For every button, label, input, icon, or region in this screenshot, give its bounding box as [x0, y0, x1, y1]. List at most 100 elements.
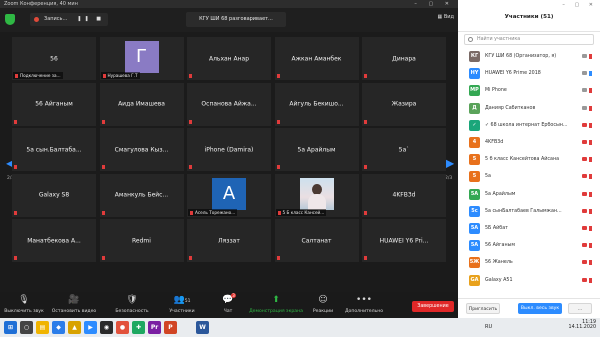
app-icon[interactable]: ◆: [52, 321, 65, 334]
video-on-icon: [582, 88, 587, 93]
participant-row[interactable]: GA Galaxy A51: [458, 272, 600, 289]
mic-off-icon: [589, 208, 592, 214]
search-task-icon[interactable]: ○: [20, 321, 33, 334]
video-tile[interactable]: Аманкуль Бейс...: [99, 173, 184, 217]
microphone-icon: 🎙: [18, 295, 30, 305]
record-label: Запись...: [44, 16, 68, 22]
participant-row[interactable]: 5с 5а сынБалтабаев Галымжан...: [458, 203, 600, 220]
participant-row[interactable]: 5 5 б класс Кансейтова Айсана: [458, 151, 600, 168]
participant-row[interactable]: 5A 5а Арайлым: [458, 186, 600, 203]
recording-indicator[interactable]: Запись... ❚❚ ■: [30, 13, 108, 26]
participant-row[interactable]: MP Mi Phone: [458, 82, 600, 99]
muted-mic-icon: [364, 210, 367, 215]
muted-mic-icon: [276, 119, 280, 124]
video-tile[interactable]: Смагулова Кыз...: [99, 128, 184, 171]
participant-row-name: 56 Жанель: [485, 260, 513, 266]
view-button[interactable]: ▦ Вид: [438, 14, 454, 20]
invite-button[interactable]: Пригласить: [466, 303, 500, 314]
more-button[interactable]: ••• Дополнительно: [342, 295, 386, 314]
explorer-icon[interactable]: ▤: [36, 321, 49, 334]
participant-row[interactable]: КГ КГУ ШИ 68 (Организатор, я): [458, 48, 600, 65]
video-tile[interactable]: 5а Арайлым: [274, 128, 359, 171]
mic-off-icon: [589, 174, 592, 180]
participant-row[interactable]: ✓ ✓ 68 школа интернат Ербосын...: [458, 117, 600, 134]
system-clock[interactable]: 11:19 14.11.2020: [569, 320, 596, 330]
more-label: Дополнительно: [344, 309, 384, 314]
video-tile[interactable]: 56 Айганым: [12, 82, 96, 126]
share-label: Демонстрация экрана: [249, 309, 303, 314]
reactions-button[interactable]: ☺ Реакции: [306, 295, 340, 314]
participant-row[interactable]: 5A 56 Айганым: [458, 237, 600, 254]
window-controls[interactable]: – ▢ ✕: [414, 0, 454, 8]
shield-icon: 🛡: [126, 295, 138, 305]
premiere-icon[interactable]: Pr: [148, 321, 161, 334]
video-tile[interactable]: Ляззат: [187, 219, 271, 262]
window-titlebar: Zoom Конференция, 40 мин – ▢ ✕: [0, 0, 458, 8]
record-pause-stop-icon[interactable]: ❚❚ ■: [77, 13, 104, 26]
video-tile[interactable]: Манатбекова А...: [12, 219, 96, 262]
participant-name: 5а Арайлым: [297, 146, 336, 153]
word-icon[interactable]: W: [196, 321, 209, 334]
video-tile[interactable]: 56 Подключение за...: [12, 37, 96, 80]
panel-window-controls[interactable]: – ▢ ✕: [562, 2, 597, 8]
chrome-icon[interactable]: ●: [116, 321, 129, 334]
chat-label: Чат: [223, 309, 233, 314]
security-shield-icon[interactable]: [5, 14, 15, 25]
panel-more-button[interactable]: ...: [568, 303, 592, 314]
participant-row[interactable]: 5A 5Б Айбат: [458, 220, 600, 237]
video-tile[interactable]: 5 Б класс Кансей...: [274, 173, 359, 217]
app-icon-2[interactable]: ▲: [68, 321, 81, 334]
participant-search-input[interactable]: Найти участника: [464, 34, 594, 45]
video-tile[interactable]: Galaxy S8: [12, 173, 96, 217]
language-indicator[interactable]: RU: [485, 324, 492, 330]
video-tile[interactable]: Redmi: [99, 219, 184, 262]
start-icon[interactable]: ⊞: [4, 321, 17, 334]
muted-mic-icon: [190, 210, 193, 215]
video-tile[interactable]: Жазира: [362, 82, 446, 126]
participant-name: Оспанова Айжа...: [201, 100, 257, 108]
participant-row[interactable]: 4 4KFB3d: [458, 134, 600, 151]
video-tile[interactable]: 4KFB3d: [362, 173, 446, 217]
view-label: Вид: [443, 14, 454, 20]
video-tile[interactable]: Аида Имашева: [99, 82, 184, 126]
muted-mic-icon: [14, 210, 17, 215]
meeting-toolbar: 🎙 Выключить звук 🎥 Остановить видео 🛡 Бе…: [0, 292, 458, 318]
record-dot-icon: [34, 17, 39, 22]
video-tile[interactable]: Салтанат: [274, 219, 359, 262]
video-tile[interactable]: 5а сын.Балтаба...: [12, 128, 96, 171]
zoom-icon[interactable]: ▶: [84, 321, 97, 334]
video-tile[interactable]: Динара: [362, 37, 446, 80]
participant-name: Ажкан Аманбек: [291, 55, 342, 62]
participant-row[interactable]: 5Ж 56 Жанель: [458, 254, 600, 271]
participant-avatar: MP: [469, 85, 480, 97]
participant-row[interactable]: HY HUAWEI Y6 Prime 2018: [458, 65, 600, 82]
participant-row[interactable]: 5 5а: [458, 168, 600, 185]
video-tile[interactable]: iPhone (Damira): [187, 128, 271, 171]
video-tile[interactable]: Оспанова Айжа...: [187, 82, 271, 126]
video-tile[interactable]: 5а`: [362, 128, 446, 171]
muted-mic-icon: [364, 74, 367, 78]
mute-button[interactable]: 🎙 Выключить звук: [4, 295, 44, 314]
video-off-icon: [582, 122, 587, 127]
chat-button[interactable]: 💬 3 Чат: [214, 293, 242, 314]
video-off-icon: [582, 260, 587, 265]
video-tile[interactable]: Ажкан Аманбек: [274, 37, 359, 80]
video-tile[interactable]: А Асель Торежано...: [187, 173, 271, 217]
participant-avatar: ✓: [469, 119, 480, 131]
mute-all-button[interactable]: Выкл. весь звук: [518, 303, 562, 314]
video-tile[interactable]: Айгуль Бекишо...: [274, 82, 359, 126]
security-button[interactable]: 🛡 Безопасность: [110, 295, 154, 314]
stop-video-button[interactable]: 🎥 Остановить видео: [50, 295, 98, 314]
participants-button[interactable]: 👥51 Участники: [162, 295, 202, 314]
app-icon-3[interactable]: ✚: [132, 321, 145, 334]
end-meeting-button[interactable]: Завершение: [412, 301, 454, 312]
share-screen-button[interactable]: ⬆ Демонстрация экрана: [246, 295, 306, 314]
next-page-arrow-icon[interactable]: ▶: [445, 156, 454, 170]
video-tile[interactable]: Г Нурашева Г.Т: [99, 37, 184, 80]
video-on-icon: [582, 54, 587, 58]
powerpoint-icon[interactable]: P: [164, 321, 177, 334]
video-tile[interactable]: HUAWEI Y6 Pri...: [362, 219, 446, 262]
participant-row[interactable]: Д Данияр Сабитканов: [458, 100, 600, 117]
media-icon[interactable]: ◉: [100, 321, 113, 334]
video-tile[interactable]: Альхан Анар: [187, 37, 271, 80]
